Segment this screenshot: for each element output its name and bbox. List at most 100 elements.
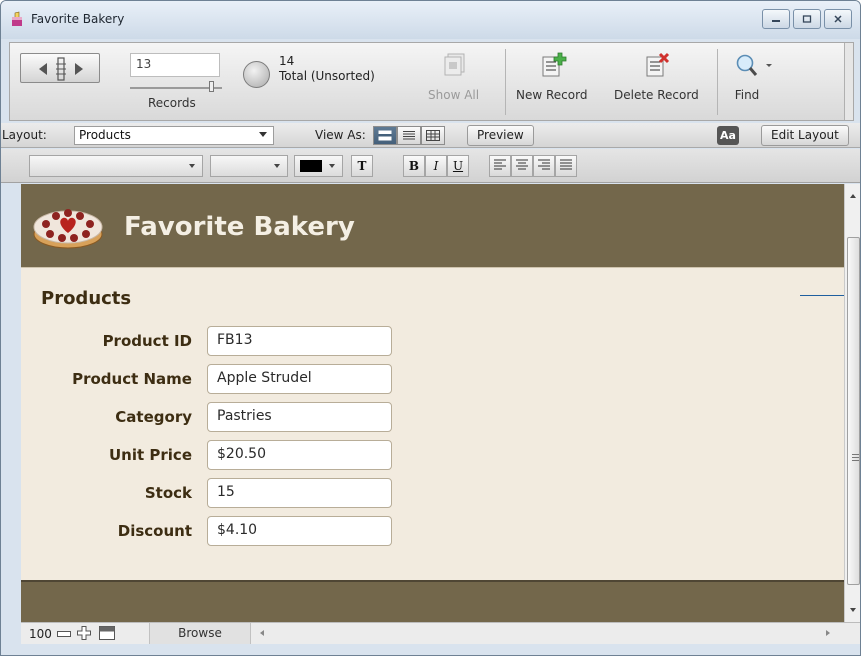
view-as-table-button[interactable] [421, 126, 445, 145]
zoom-out-icon[interactable] [57, 628, 71, 640]
stock-field[interactable]: 15 [207, 478, 392, 508]
window-controls [762, 9, 852, 29]
close-button[interactable] [824, 9, 852, 29]
align-right-button[interactable] [533, 155, 555, 177]
close-icon [834, 15, 842, 23]
app-icon [12, 11, 22, 26]
title-bar: Favorite Bakery [1, 1, 860, 39]
form-view-icon [378, 130, 392, 141]
layout-bar: Layout: Products View As: Preview Aa Edi… [1, 123, 860, 148]
new-record-label: New Record [516, 88, 588, 102]
toolbar-separator [717, 49, 718, 115]
scroll-down-icon[interactable] [850, 608, 856, 612]
align-left-icon [494, 159, 506, 170]
product-name-field[interactable]: Apple Strudel [207, 364, 392, 394]
font-family-select[interactable] [29, 155, 203, 177]
book-icon [39, 57, 83, 81]
field-label-unit-price: Unit Price [109, 446, 192, 464]
layout-label: Layout: [2, 128, 47, 142]
color-swatch [300, 160, 322, 172]
new-record-icon [542, 52, 567, 77]
scroll-right-icon[interactable] [826, 630, 830, 636]
toggle-statusbar-icon[interactable] [99, 626, 115, 640]
edit-layout-button[interactable]: Edit Layout [761, 125, 849, 146]
underline-button[interactable]: U [447, 155, 469, 177]
mode-popup[interactable]: Browse [149, 623, 251, 644]
show-all-label: Show All [428, 88, 480, 102]
layout-content: Favorite Bakery Products Product ID FB13… [21, 184, 844, 622]
show-all-icon [444, 53, 465, 76]
zoom-in-icon[interactable] [77, 626, 91, 640]
minimize-icon [772, 20, 780, 22]
chevron-down-icon [189, 164, 195, 168]
show-all-button[interactable]: Show All [428, 52, 479, 102]
scroll-thumb[interactable] [847, 237, 860, 585]
preview-button[interactable]: Preview [467, 125, 534, 146]
find-label: Find [734, 88, 760, 102]
align-center-icon [516, 159, 528, 170]
section-title: Products [41, 288, 132, 309]
text-style-button[interactable]: T [351, 155, 373, 177]
toolbar-overflow-scroller[interactable] [844, 43, 853, 120]
window-title: Favorite Bakery [31, 12, 125, 26]
align-right-icon [538, 159, 550, 170]
field-label-category: Category [115, 408, 192, 426]
status-toolbar: 13 Records 14 Total (Unsorted) Show All [9, 42, 854, 121]
layout-guide-line [800, 295, 844, 296]
maximize-button[interactable] [793, 9, 821, 29]
align-justify-button[interactable] [555, 155, 577, 177]
delete-record-label: Delete Record [614, 88, 699, 102]
field-label-product-name: Product Name [72, 370, 192, 388]
grip-icon [852, 454, 859, 461]
align-center-button[interactable] [511, 155, 533, 177]
magnifier-icon [736, 54, 772, 76]
minimize-button[interactable] [762, 9, 790, 29]
list-view-icon [403, 131, 415, 140]
text-color-select[interactable] [294, 155, 343, 177]
field-label-discount: Discount [117, 522, 192, 540]
footer-band [21, 580, 844, 622]
find-button[interactable]: Find [732, 52, 776, 102]
record-slider-thumb[interactable] [209, 81, 214, 92]
toolbar-separator [505, 49, 506, 115]
zoom-level[interactable]: 100 [29, 627, 52, 641]
delete-record-icon [646, 52, 670, 77]
record-navigator[interactable] [20, 53, 100, 83]
cake-logo-icon [33, 209, 103, 249]
layout-select-value: Products [79, 128, 131, 142]
table-view-icon [426, 130, 440, 141]
chevron-down-icon [274, 164, 280, 168]
scroll-up-icon[interactable] [850, 194, 856, 198]
bottom-status-bar: 100 Browse [21, 622, 860, 644]
vertical-scrollbar[interactable] [844, 184, 860, 622]
font-size-select[interactable] [210, 155, 288, 177]
delete-record-button[interactable]: Delete Record [614, 52, 699, 102]
new-record-button[interactable]: New Record [516, 52, 587, 102]
align-left-button[interactable] [489, 155, 511, 177]
bold-button[interactable]: B [403, 155, 425, 177]
header-band: Favorite Bakery [21, 184, 844, 268]
field-label-product-id: Product ID [102, 332, 192, 350]
found-count: 14 [279, 54, 295, 68]
chevron-down-icon [329, 164, 335, 168]
formatting-bar: T B I U [1, 149, 860, 183]
scroll-left-icon[interactable] [260, 630, 264, 636]
category-field[interactable]: Pastries [207, 402, 392, 432]
formatting-bar-toggle[interactable]: Aa [717, 126, 739, 145]
found-status: Total (Unsorted) [279, 69, 375, 83]
discount-field[interactable]: $4.10 [207, 516, 392, 546]
current-record-input[interactable]: 13 [130, 53, 220, 77]
pie-icon [243, 61, 270, 88]
records-label: Records [148, 96, 196, 110]
app-window: Favorite Bakery 13 Records 14 Total (Uns… [0, 0, 861, 656]
product-id-field[interactable]: FB13 [207, 326, 392, 356]
italic-button[interactable]: I [425, 155, 447, 177]
chevron-down-icon [259, 132, 267, 137]
field-label-stock: Stock [144, 484, 192, 502]
layout-select[interactable]: Products [74, 126, 274, 145]
maximize-icon [802, 15, 812, 23]
view-as-label: View As: [315, 128, 366, 142]
unit-price-field[interactable]: $20.50 [207, 440, 392, 470]
view-as-list-button[interactable] [397, 126, 421, 145]
view-as-form-button[interactable] [373, 126, 397, 145]
